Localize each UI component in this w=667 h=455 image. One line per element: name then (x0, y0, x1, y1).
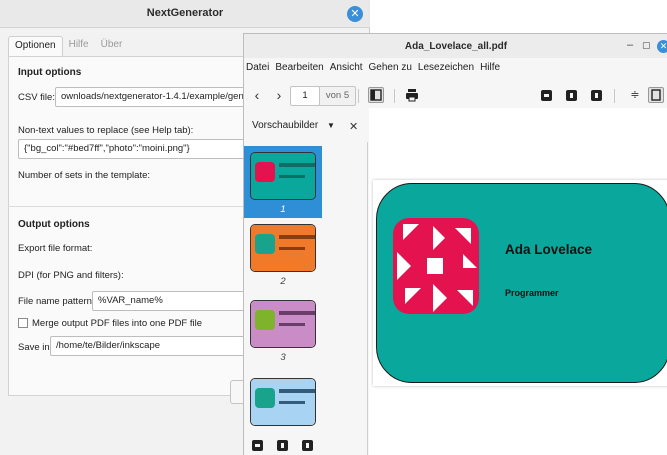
next-page-icon[interactable]: › (272, 85, 286, 105)
thumbnail-page-2[interactable]: 2 (244, 224, 322, 294)
thumbnail-number: 2 (280, 276, 286, 287)
zoom-out-thumbnails-icon[interactable] (252, 440, 263, 451)
thumbnail-mode-select[interactable]: Vorschaubilder ▼ (252, 120, 335, 131)
nontext-values-input[interactable]: {"bg_col":"#bed7ff","photo":"moini.png"} (18, 139, 253, 159)
thumbnail-role-line (279, 175, 305, 178)
tab-ueber[interactable]: Über (95, 36, 129, 56)
thumbnail-card (250, 224, 316, 272)
thumbnail-sidebar: 1 2 3 (244, 142, 368, 455)
menu-bearbeiten[interactable]: Bearbeiten (273, 60, 327, 78)
thumbnail-role-line (279, 247, 305, 250)
thumbnail-logo (255, 234, 275, 254)
pdf-viewer-title: Ada_Lovelace_all.pdf (404, 41, 508, 52)
thumbnail-name-line (279, 163, 315, 167)
toolbar-separator (394, 89, 395, 103)
pdf-viewer-window: Ada_Lovelace_all.pdf – ▢ ✕ Datei Bearbei… (243, 33, 667, 455)
dpi-label: DPI (for PNG and filters): (18, 270, 124, 281)
thumbnail-logo (255, 310, 275, 330)
toolbar-separator (358, 89, 359, 103)
input-options-heading: Input options (18, 67, 82, 78)
thumbnail-page-4[interactable] (244, 378, 322, 430)
card-name: Ada Lovelace (505, 242, 593, 257)
thumbnail-role-line (279, 401, 305, 404)
thumbnail-number: 3 (280, 352, 286, 363)
csv-file-input[interactable]: ownloads/nextgenerator-1.4.1/example/gen… (55, 87, 253, 107)
continuous-view-icon[interactable]: ≑ (630, 85, 640, 105)
print-icon[interactable] (404, 85, 420, 105)
toolbar-separator (614, 89, 615, 103)
thumbnail-name-line (279, 235, 315, 239)
thumbnail-role-line (279, 323, 305, 326)
close-icon[interactable]: ✕ (657, 40, 667, 53)
document-view[interactable]: Ada Lovelace Programmer (369, 108, 667, 455)
menu-ansicht[interactable]: Ansicht (328, 60, 367, 78)
sidebar-bottom-toolbar (244, 434, 368, 455)
nextgenerator-titlebar[interactable]: NextGenerator ✕ (0, 0, 370, 28)
file-name-pattern-input[interactable]: %VAR_name% (92, 291, 253, 311)
thumbnail-card (250, 378, 316, 426)
thumbnail-name-line (279, 311, 315, 315)
menu-lesezeichen[interactable]: Lesezeichen (416, 60, 478, 78)
tab-hilfe[interactable]: Hilfe (63, 36, 95, 56)
save-in-input[interactable]: /home/te/Bilder/inkscape (50, 336, 253, 356)
close-icon[interactable]: ✕ (347, 6, 363, 22)
csv-file-label: CSV file: (18, 92, 55, 103)
thumbnail-fit-icon[interactable] (302, 440, 313, 451)
menu-datei[interactable]: Datei (244, 60, 273, 78)
maximize-icon[interactable]: ▢ (642, 40, 651, 51)
merge-pdf-checkbox[interactable] (18, 318, 28, 328)
dual-page-icon[interactable] (648, 87, 664, 103)
thumbnail-name-line (279, 389, 315, 393)
file-name-pattern-label: File name pattern: (18, 296, 95, 307)
logo-icon (393, 218, 479, 314)
tab-optionen[interactable]: Optionen (8, 36, 63, 56)
fit-page-icon[interactable] (591, 90, 602, 101)
pdf-viewer-titlebar[interactable]: Ada_Lovelace_all.pdf – ▢ ✕ (244, 34, 667, 58)
zoom-in-icon[interactable] (566, 90, 577, 101)
thumbnail-page-1[interactable]: 1 (244, 146, 322, 218)
thumbnail-logo (255, 388, 275, 408)
thumbnail-mode-label: Vorschaubilder (252, 120, 319, 131)
menu-gehen-zu[interactable]: Gehen zu (367, 60, 416, 78)
menu-bar: Datei Bearbeiten Ansicht Gehen zu Leseze… (244, 60, 667, 78)
sidebar-header: Vorschaubilder ▼ ✕ (244, 116, 368, 138)
nextgenerator-tabs: Optionen Hilfe Über (8, 36, 128, 56)
output-options-heading: Output options (18, 219, 90, 230)
save-in-label: Save in: (18, 342, 53, 353)
thumbnail-page-3[interactable]: 3 (244, 300, 322, 370)
thumbnail-logo (255, 162, 275, 182)
pdf-page: Ada Lovelace Programmer (373, 180, 667, 386)
thumbnail-card (250, 300, 316, 348)
caret-down-icon: ▼ (326, 121, 335, 130)
previous-page-icon[interactable]: ‹ (250, 85, 264, 105)
card-role: Programmer (505, 288, 559, 298)
minimize-icon[interactable]: – (627, 39, 633, 51)
toolbar: ‹ › 1 von 5 ≑ (244, 82, 667, 108)
sets-number-label: Number of sets in the template: (18, 170, 151, 181)
zoom-out-icon[interactable] (541, 90, 552, 101)
nextgenerator-title: NextGenerator (146, 7, 224, 19)
section-divider (8, 206, 253, 207)
page-count-label: von 5 (320, 86, 356, 106)
page-number-input[interactable]: 1 (290, 86, 320, 106)
close-sidebar-icon[interactable]: ✕ (349, 120, 358, 133)
thumbnail-number: 1 (280, 204, 286, 215)
nontext-values-label: Non-text values to replace (see Help tab… (18, 125, 194, 136)
business-card: Ada Lovelace Programmer (376, 183, 667, 383)
sidebar-toggle-icon[interactable] (368, 87, 384, 103)
export-format-label: Export file format: (18, 243, 93, 254)
thumbnail-card (250, 152, 316, 200)
zoom-in-thumbnails-icon[interactable] (277, 440, 288, 451)
menu-hilfe[interactable]: Hilfe (478, 60, 504, 78)
merge-pdf-label: Merge output PDF files into one PDF file (32, 318, 203, 329)
